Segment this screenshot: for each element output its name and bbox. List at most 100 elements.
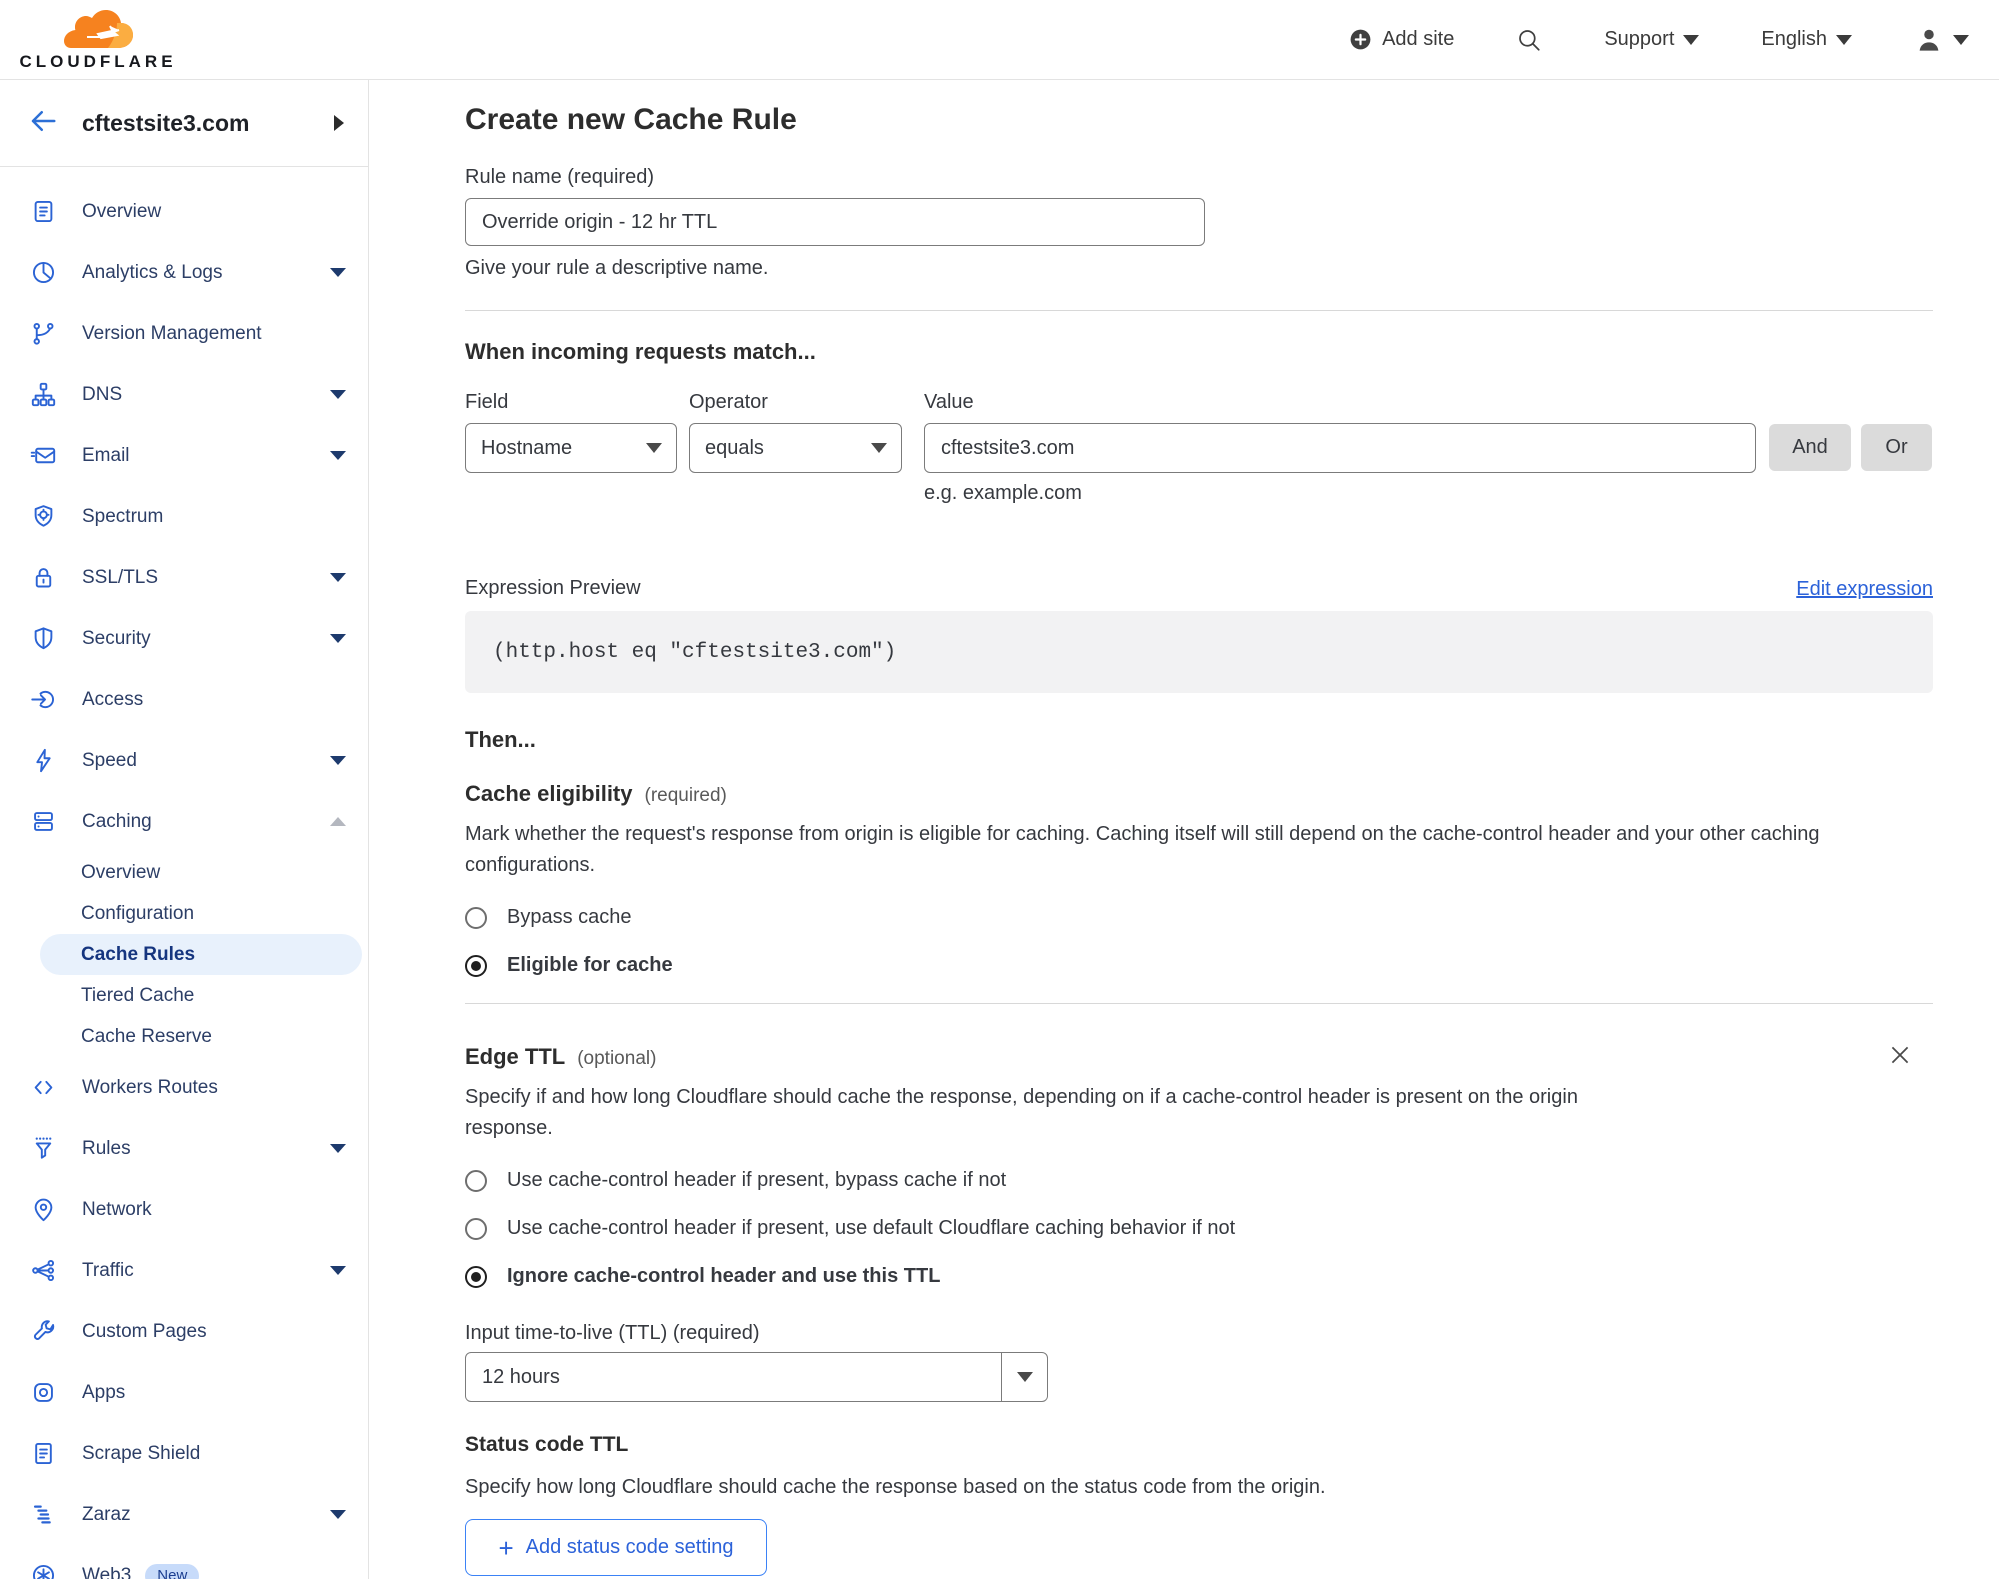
scrape-shield-icon (30, 1440, 57, 1467)
add-site-button[interactable]: Add site (1348, 27, 1454, 52)
speed-icon (30, 747, 57, 774)
email-icon (30, 442, 57, 469)
cloudflare-logo[interactable]: CLOUDFLARE (18, 8, 178, 72)
radio-unselected-icon[interactable] (465, 1217, 487, 1240)
search-icon (1516, 27, 1542, 53)
language-label: English (1761, 28, 1827, 50)
edge-ttl-option-default[interactable]: Use cache-control header if present, use… (465, 1217, 1933, 1240)
analytics-icon (30, 259, 57, 286)
and-button[interactable]: And (1769, 424, 1851, 471)
add-status-code-setting-button[interactable]: + Add status code setting (465, 1519, 767, 1576)
match-condition-row: Field Hostname Operator equals Value cft… (465, 389, 1933, 505)
sidebar-item-speed[interactable]: Speed (0, 730, 368, 791)
close-icon[interactable] (1887, 1042, 1913, 1068)
or-button[interactable]: Or (1861, 424, 1932, 471)
sidebar-item-workers-routes[interactable]: Workers Routes (0, 1057, 368, 1118)
sidebar-item-apps[interactable]: Apps (0, 1362, 368, 1423)
radio-unselected-icon[interactable] (465, 1169, 487, 1192)
sidebar-item-caching[interactable]: Caching (0, 791, 368, 852)
chevron-down-icon (330, 451, 346, 460)
section-divider (465, 310, 1933, 311)
support-menu[interactable]: Support (1604, 28, 1700, 51)
cache-eligibility-description: Mark whether the request's response from… (465, 823, 1820, 876)
expression-code: (http.host eq "cftestsite3.com") (493, 640, 897, 664)
plus-circle-icon (1348, 27, 1373, 52)
field-column: Field Hostname (465, 389, 677, 505)
header-actions: Add site Support English (1348, 25, 1983, 55)
cloudflare-cloud-icon (60, 8, 136, 50)
bypass-cache-option[interactable]: Bypass cache (465, 906, 1933, 929)
radio-selected-icon[interactable] (465, 1265, 487, 1288)
sidebar-nav: Overview Analytics & Logs Version Manage… (0, 167, 368, 1579)
field-label: Field (465, 391, 509, 413)
status-code-ttl-description: Specify how long Cloudflare should cache… (465, 1476, 1326, 1498)
sidebar-item-network[interactable]: Network (0, 1179, 368, 1240)
optional-tag: (optional) (577, 1048, 657, 1069)
account-menu[interactable] (1914, 25, 1969, 55)
edge-ttl-option-ignore[interactable]: Ignore cache-control header and use this… (465, 1265, 1933, 1288)
value-label: Value (924, 391, 974, 413)
zaraz-icon (30, 1501, 57, 1528)
sidebar-item-ssl-tls[interactable]: SSL/TLS (0, 547, 368, 608)
sidebar-item-caching-overview[interactable]: Overview (0, 852, 368, 893)
cache-eligibility-heading-row: Cache eligibility (required) (465, 779, 1933, 809)
site-expand-caret-icon[interactable] (334, 115, 344, 131)
edge-ttl-heading: Edge TTL (465, 1044, 566, 1069)
edge-ttl-option-bypass[interactable]: Use cache-control header if present, byp… (465, 1169, 1933, 1192)
sidebar-item-web3[interactable]: Web3 New (0, 1545, 368, 1579)
radio-unselected-icon[interactable] (465, 906, 487, 929)
cache-eligibility-heading: Cache eligibility (465, 781, 633, 806)
chevron-down-icon (330, 756, 346, 765)
custom-pages-icon (30, 1318, 57, 1345)
sidebar-item-custom-pages[interactable]: Custom Pages (0, 1301, 368, 1362)
new-badge: New (145, 1563, 200, 1579)
select-arrow-button[interactable] (1001, 1353, 1047, 1401)
chevron-down-icon (646, 443, 662, 453)
field-select[interactable]: Hostname (465, 423, 677, 473)
sidebar-item-overview[interactable]: Overview (0, 181, 368, 242)
sidebar-item-cache-reserve[interactable]: Cache Reserve (0, 1016, 368, 1057)
sidebar-item-email[interactable]: Email (0, 425, 368, 486)
operator-label: Operator (689, 391, 768, 413)
rule-name-input[interactable]: Override origin - 12 hr TTL (465, 198, 1205, 246)
sidebar-item-security[interactable]: Security (0, 608, 368, 669)
back-arrow-icon[interactable] (26, 106, 60, 141)
chevron-up-icon (330, 817, 346, 826)
sidebar-item-scrape-shield[interactable]: Scrape Shield (0, 1423, 368, 1484)
expression-preview-box: (http.host eq "cftestsite3.com") (465, 611, 1933, 693)
sidebar-item-traffic[interactable]: Traffic (0, 1240, 368, 1301)
ssl-tls-icon (30, 564, 57, 591)
plus-icon: + (498, 1532, 514, 1563)
sidebar-item-zaraz[interactable]: Zaraz (0, 1484, 368, 1545)
eligible-for-cache-option[interactable]: Eligible for cache (465, 954, 1933, 977)
sidebar-item-tiered-cache[interactable]: Tiered Cache (0, 975, 368, 1016)
match-heading: When incoming requests match... (465, 339, 816, 364)
edit-expression-link[interactable]: Edit expression (1796, 578, 1933, 601)
value-input[interactable]: cftestsite3.com (924, 423, 1756, 473)
sidebar-item-caching-configuration[interactable]: Configuration (0, 893, 368, 934)
sidebar-item-rules[interactable]: Rules (0, 1118, 368, 1179)
expression-preview-label: Expression Preview (465, 577, 641, 599)
rules-icon (30, 1135, 57, 1162)
edge-ttl-header-row: Edge TTL (optional) (465, 1042, 1933, 1072)
chevron-down-icon (330, 634, 346, 643)
sidebar-item-access[interactable]: Access (0, 669, 368, 730)
sidebar-item-dns[interactable]: DNS (0, 364, 368, 425)
rule-name-label: Rule name (required) (465, 166, 654, 188)
operator-select[interactable]: equals (689, 423, 902, 473)
status-code-ttl-heading: Status code TTL (465, 1433, 629, 1456)
ttl-select[interactable]: 12 hours (465, 1352, 1048, 1402)
site-switcher: cftestsite3.com (0, 80, 368, 167)
ttl-input-label: Input time-to-live (TTL) (required) (465, 1322, 760, 1344)
search-button[interactable] (1516, 27, 1542, 53)
site-name: cftestsite3.com (82, 109, 250, 136)
language-menu[interactable]: English (1761, 28, 1852, 51)
sidebar-item-analytics-logs[interactable]: Analytics & Logs (0, 242, 368, 303)
web3-icon (30, 1562, 57, 1579)
sidebar-item-version-management[interactable]: Version Management (0, 303, 368, 364)
sidebar-item-spectrum[interactable]: Spectrum (0, 486, 368, 547)
sidebar-item-cache-rules[interactable]: Cache Rules (40, 934, 362, 975)
chevron-down-icon (330, 573, 346, 582)
top-header: CLOUDFLARE Add site Support English (0, 0, 1999, 80)
radio-selected-icon[interactable] (465, 954, 487, 977)
